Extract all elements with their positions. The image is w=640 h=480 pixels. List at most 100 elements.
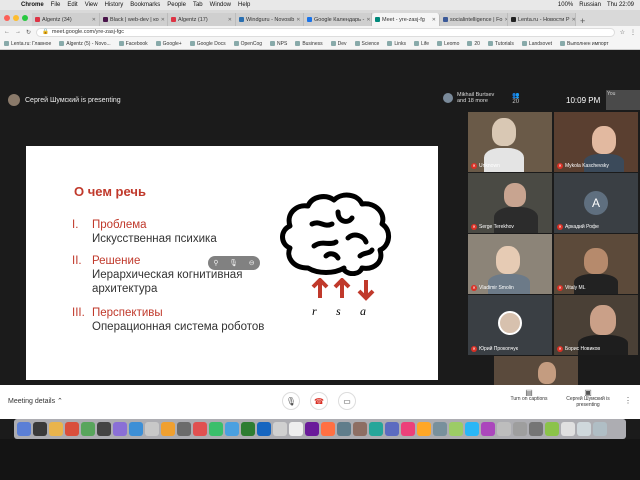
browser-tab[interactable]: Google Календарь - ✕ (304, 13, 372, 26)
bookmark-item[interactable]: OpenCog (233, 41, 262, 47)
close-tab-icon[interactable]: ✕ (366, 17, 370, 23)
battery-indicator[interactable]: 100% (558, 2, 573, 8)
dock-app-icon[interactable] (257, 422, 271, 436)
video-tile-9[interactable] (494, 356, 578, 385)
minimize-window-button[interactable] (13, 15, 19, 21)
bookmark-item[interactable]: Life (414, 41, 429, 47)
pin-icon[interactable]: ⚲ (213, 259, 218, 267)
bookmark-item[interactable]: Tutorials (487, 41, 514, 47)
people-button[interactable]: 👥 20 (512, 93, 519, 105)
mic-icon[interactable]: 🎙 (229, 259, 238, 267)
video-tile-5[interactable]: ✕ Vladimir Smolin (468, 234, 552, 294)
dock-app-icon[interactable] (161, 422, 175, 436)
menu-people[interactable]: People (167, 2, 186, 8)
browser-tab[interactable]: Lenta.ru - Новости Р ✕ (508, 13, 576, 26)
dock-app-icon[interactable] (593, 422, 607, 436)
dock-app-icon[interactable] (177, 422, 191, 436)
bookmark-item[interactable]: Google Docs (189, 41, 226, 47)
bookmark-item[interactable]: Leomo (437, 41, 459, 47)
mic-button[interactable]: 🎙 (282, 392, 300, 410)
dock-app-icon[interactable] (545, 422, 559, 436)
dock-app-icon[interactable] (273, 422, 287, 436)
menu-view[interactable]: View (85, 2, 98, 8)
dock-app-icon[interactable] (145, 422, 159, 436)
video-tile-7[interactable]: ✕ Юрий Прокопчук (468, 295, 552, 355)
dock-app-icon[interactable] (433, 422, 447, 436)
menu-app-name[interactable]: Chrome (21, 2, 44, 8)
dock-app-icon[interactable] (577, 422, 591, 436)
input-language[interactable]: Russian (579, 2, 601, 8)
bookmark-item[interactable]: Выполнен импорт (560, 41, 609, 47)
dock-app-icon[interactable] (97, 422, 111, 436)
more-options-icon[interactable]: ⋮ (624, 396, 632, 405)
video-tile-3[interactable]: ✕ Serge Terekhov (468, 173, 552, 233)
bookmark-item[interactable]: NPS (270, 41, 287, 47)
video-tile-2[interactable]: ✕ Mykola Kaschevsky (554, 112, 638, 172)
address-bar[interactable]: 🔒 meet.google.com/yre-zasj-fgc (36, 27, 615, 37)
close-tab-icon[interactable]: ✕ (432, 17, 436, 23)
dock-app-icon[interactable] (353, 422, 367, 436)
video-tile-4[interactable]: A ✕ Аркадий Рофе (554, 173, 638, 233)
dock-app-icon[interactable] (65, 422, 79, 436)
menu-help[interactable]: Help (238, 2, 250, 8)
dock-app-icon[interactable] (465, 422, 479, 436)
star-icon[interactable]: ☆ (620, 29, 625, 36)
dock-app-icon[interactable] (17, 422, 31, 436)
dock-app-icon[interactable] (209, 422, 223, 436)
bookmark-item[interactable]: Google+ (155, 41, 182, 47)
close-tab-icon[interactable]: ✕ (92, 17, 96, 23)
captions-button[interactable]: ▤ Turn on captions (506, 389, 552, 403)
meeting-details-button[interactable]: Meeting details ⌃ (8, 397, 63, 405)
reload-icon[interactable]: ↻ (26, 29, 31, 36)
dock-app-icon[interactable] (193, 422, 207, 436)
browser-tab[interactable]: Algentz (17) ✕ (168, 13, 236, 26)
self-view[interactable]: You (606, 90, 640, 110)
video-tile-1[interactable]: ✕ Unknown (468, 112, 552, 172)
close-tab-icon[interactable]: ✕ (228, 17, 232, 23)
pinned-participant[interactable]: Mikhail Burtsev and 18 more (443, 92, 494, 104)
bookmark-item[interactable]: Algentz (5) - Novo... (59, 41, 111, 47)
leave-call-button[interactable]: ☎ (310, 392, 328, 410)
bookmark-item[interactable]: Lenta.ru: Главное (4, 41, 51, 47)
menu-file[interactable]: File (51, 2, 61, 8)
bookmark-item[interactable]: 20 (467, 41, 480, 47)
dock-app-icon[interactable] (401, 422, 415, 436)
menu-tab[interactable]: Tab (193, 2, 203, 8)
close-window-button[interactable] (4, 15, 10, 21)
extensions-icon[interactable]: ⋮ (630, 29, 636, 36)
dock-app-icon[interactable] (529, 422, 543, 436)
dock-app-icon[interactable] (321, 422, 335, 436)
clock[interactable]: Thu 22:09 (607, 2, 634, 8)
back-icon[interactable]: ← (4, 29, 10, 35)
close-tab-icon[interactable]: ✕ (161, 17, 165, 23)
dock-app-icon[interactable] (305, 422, 319, 436)
video-tile-8[interactable]: ✕ Борис Новиков (554, 295, 638, 355)
presenting-button[interactable]: ▣ Сергей Шумский is presenting (562, 389, 614, 409)
close-tab-icon[interactable]: ✕ (296, 17, 300, 23)
bookmark-item[interactable]: Dev (330, 41, 347, 47)
browser-tab[interactable]: Windguru - Novosib ✕ (236, 13, 304, 26)
dock-app-icon[interactable] (481, 422, 495, 436)
bookmark-item[interactable]: Landsovet (521, 41, 552, 47)
dock-app-icon[interactable] (385, 422, 399, 436)
dock-app-icon[interactable] (513, 422, 527, 436)
camera-button[interactable]: ▭ (338, 392, 356, 410)
dock-app-icon[interactable] (225, 422, 239, 436)
dock-app-icon[interactable] (241, 422, 255, 436)
dock-app-icon[interactable] (337, 422, 351, 436)
new-tab-button[interactable]: + (576, 16, 589, 26)
menu-edit[interactable]: Edit (67, 2, 77, 8)
dock-app-icon[interactable] (497, 422, 511, 436)
bookmark-item[interactable]: Science (354, 41, 379, 47)
dock-app-icon[interactable] (417, 422, 431, 436)
dock-app-icon[interactable] (81, 422, 95, 436)
dock-app-icon[interactable] (49, 422, 63, 436)
dock-app-icon[interactable] (449, 422, 463, 436)
forward-icon[interactable]: → (15, 29, 21, 35)
menu-history[interactable]: History (105, 2, 124, 8)
zoom-window-button[interactable] (22, 15, 28, 21)
remove-icon[interactable]: ⊖ (249, 259, 255, 267)
video-tile-6[interactable]: ✕ Vitaly ML (554, 234, 638, 294)
dock-app-icon[interactable] (561, 422, 575, 436)
bookmark-item[interactable]: Links (387, 41, 406, 47)
